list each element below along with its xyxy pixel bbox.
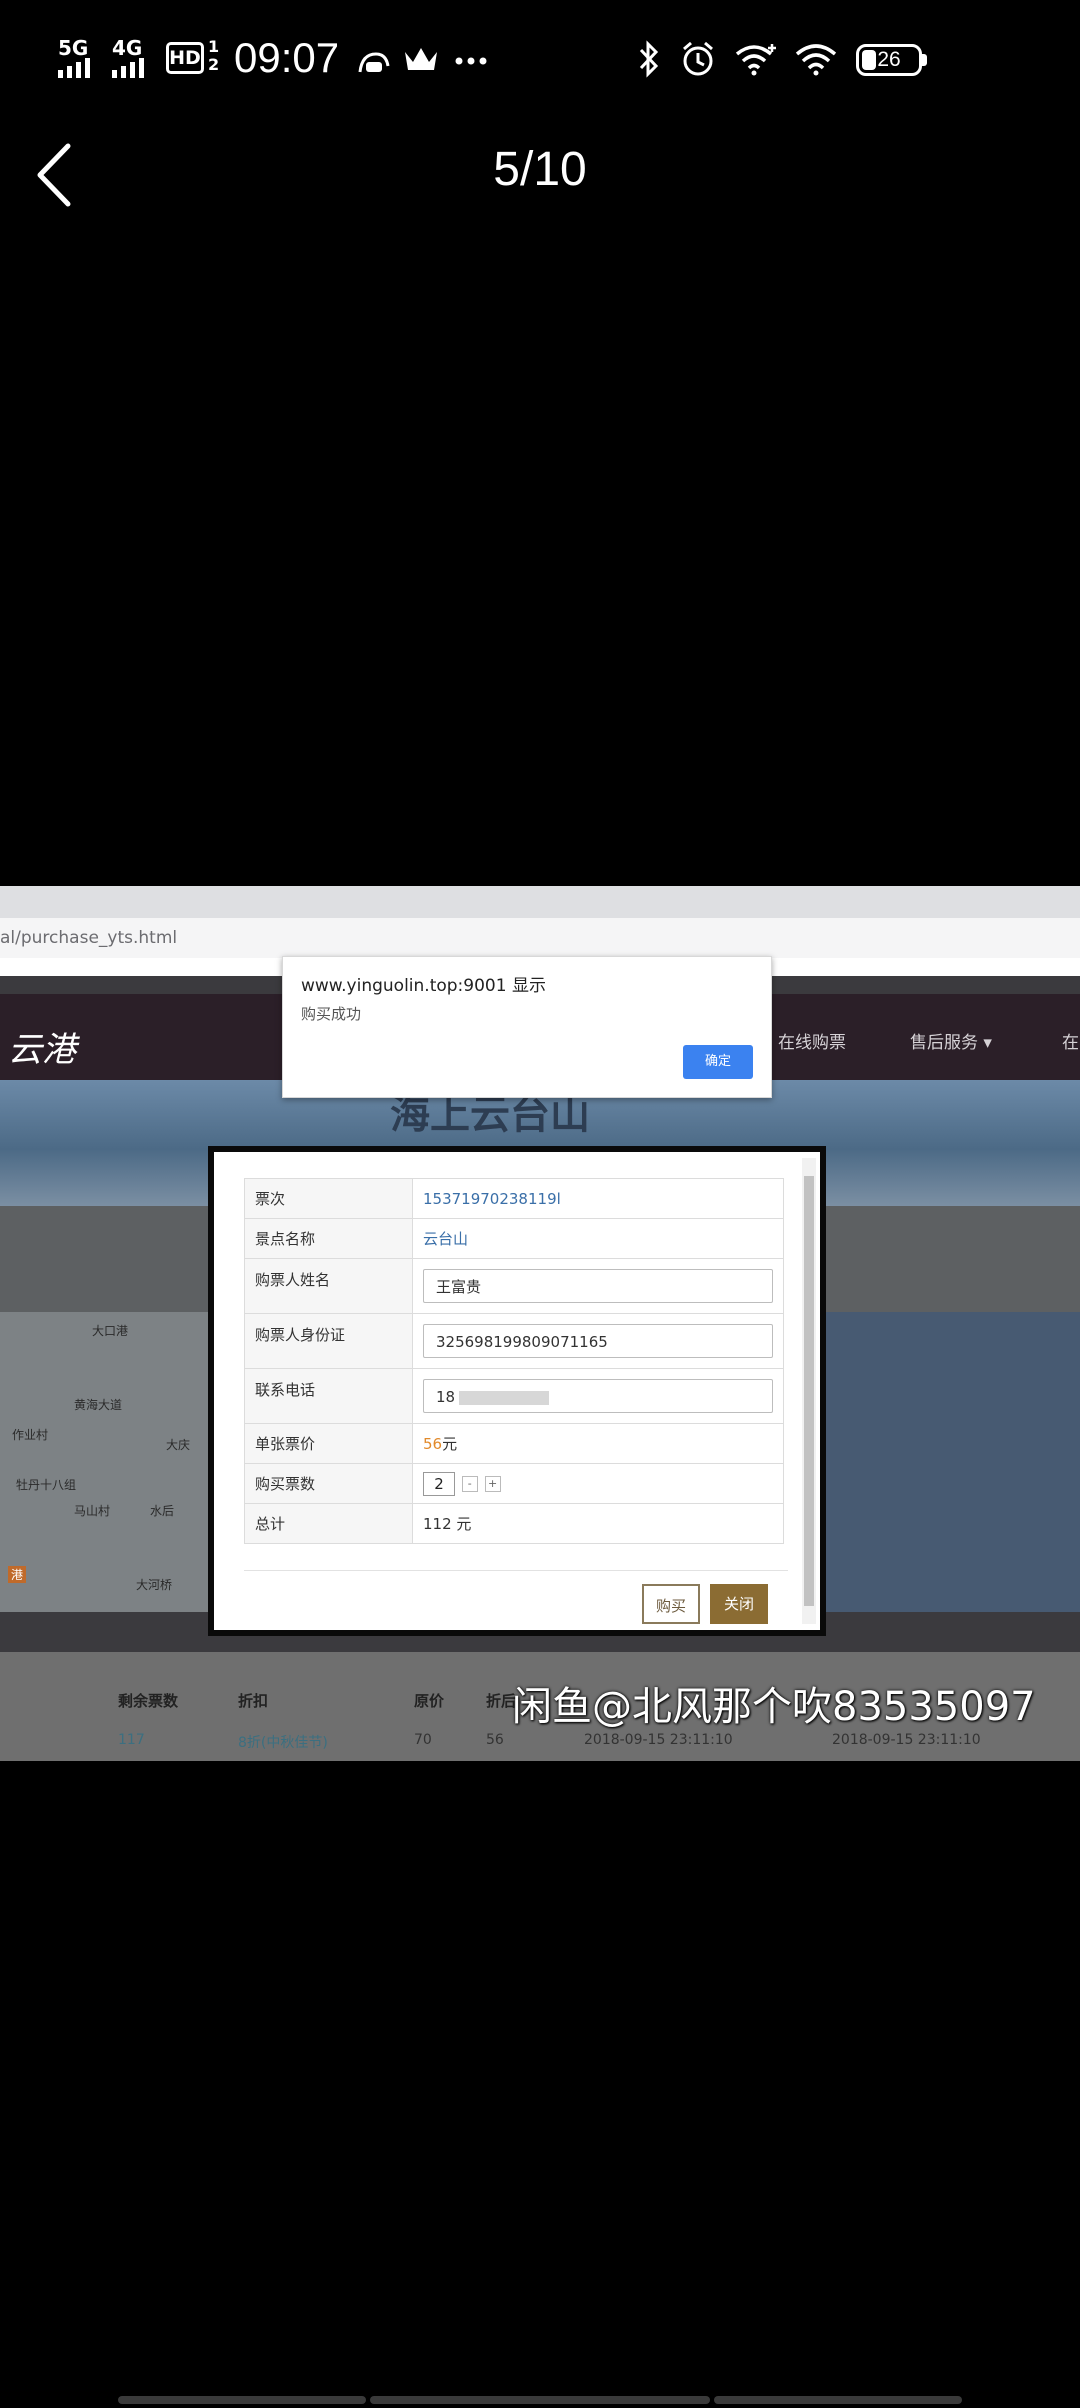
- map-label: 港: [8, 1566, 27, 1583]
- redacted-blur: [459, 1390, 550, 1405]
- map-label: 水后: [150, 1504, 175, 1518]
- battery-level: 26: [877, 48, 901, 71]
- map-label: 大河桥: [136, 1578, 173, 1592]
- alarm-icon: [683, 41, 713, 76]
- form-row: 购买票数 2 - +: [244, 1463, 784, 1504]
- ticket-number-value: 15371970238119l: [412, 1178, 784, 1219]
- map-label: 马山村: [74, 1504, 111, 1518]
- nav-after-sale: 售后服务 ▾: [910, 1033, 992, 1053]
- status-bar: 5G 4G HD 12 09:07 26: [0, 0, 1080, 120]
- phone-value: 18: [436, 1388, 456, 1406]
- browser-alert: www.yinguolin.top:9001 显示 购买成功 确定: [282, 956, 772, 1098]
- clock: 09:07: [234, 34, 340, 81]
- attraction-value: 云台山: [412, 1218, 784, 1259]
- hd-voice-icon: HD: [166, 42, 204, 74]
- phone-label: 联系电话: [244, 1368, 413, 1424]
- total-value: 112 元: [412, 1503, 784, 1544]
- battery-icon: 26: [856, 44, 922, 76]
- dialog-divider: [244, 1570, 788, 1571]
- unit-price-unit: 元: [442, 1435, 458, 1453]
- gesture-bar: [714, 2396, 962, 2404]
- buyer-id-input[interactable]: 325698199809071165: [423, 1324, 773, 1358]
- buyer-id-label: 购票人身份证: [244, 1313, 413, 1369]
- watermark: 闲鱼@北风那个吹83535097: [512, 1684, 1036, 1730]
- dialog-scroll-thumb[interactable]: [804, 1176, 814, 1606]
- network-4g-label: 4G: [112, 36, 143, 60]
- screenshot-image: al/purchase_yts.html 云港 在线购票 售后服务 ▾ 在 海上…: [0, 886, 1080, 1761]
- gesture-bar: [370, 2396, 710, 2404]
- browser-tabstrip: [0, 886, 1080, 918]
- table-header: 剩余票数: [118, 1692, 179, 1710]
- alert-ok-button[interactable]: 确定: [683, 1045, 753, 1079]
- form-row: 总计 112 元: [244, 1503, 784, 1544]
- purchase-dialog: 票次 15371970238119l 景点名称 云台山 购票人姓名 王富贵 购票…: [208, 1146, 826, 1636]
- table-header: 原价: [414, 1692, 445, 1710]
- site-logo: 云港: [8, 1030, 76, 1070]
- nav-more: 在: [1062, 1033, 1079, 1053]
- image-counter: 5/10: [493, 143, 587, 196]
- wifi-plus-icon: [735, 44, 776, 76]
- alert-message: 购买成功: [301, 1005, 362, 1023]
- buyer-name-label: 购票人姓名: [244, 1258, 413, 1314]
- form-row: 票次 15371970238119l: [244, 1178, 784, 1219]
- quantity-plus-button[interactable]: +: [484, 1475, 501, 1492]
- ticket-count-label: 购买票数: [244, 1463, 413, 1504]
- table-cell: 70: [414, 1732, 432, 1748]
- phone-input[interactable]: 18: [423, 1379, 773, 1413]
- wifi-icon: [795, 44, 837, 76]
- form-row: 联系电话 18: [244, 1368, 784, 1424]
- form-row: 单张票价 56元: [244, 1423, 784, 1464]
- purchase-dialog-body: 票次 15371970238119l 景点名称 云台山 购票人姓名 王富贵 购票…: [214, 1152, 820, 1630]
- gesture-bar: [118, 2396, 366, 2404]
- map-label: 大庆: [166, 1438, 191, 1452]
- form-row: 景点名称 云台山: [244, 1218, 784, 1259]
- address-bar: al/purchase_yts.html: [0, 918, 1080, 958]
- map-label: 牡丹十八组: [16, 1478, 77, 1492]
- ticket-number-label: 票次: [244, 1178, 413, 1219]
- table-cell: 8折(中秋佳节): [238, 1735, 328, 1751]
- quantity-input[interactable]: 2: [423, 1471, 455, 1496]
- map-label: 大口港: [92, 1324, 129, 1338]
- attraction-label: 景点名称: [244, 1218, 413, 1259]
- more-dots-icon: [455, 57, 487, 65]
- nav-online-purchase: 在线购票: [778, 1033, 846, 1053]
- bluetooth-icon: [639, 40, 659, 78]
- buy-button[interactable]: 购买: [642, 1584, 700, 1624]
- unit-price-label: 单张票价: [244, 1423, 413, 1464]
- form-row: 购票人姓名 王富贵: [244, 1258, 784, 1314]
- map-sea: [820, 1312, 1080, 1612]
- hd-sim-label: 12: [208, 37, 220, 74]
- table-cell: 2018-09-15 23:11:10: [584, 1732, 733, 1748]
- map-label: 作业村: [12, 1428, 49, 1442]
- quantity-minus-button[interactable]: -: [461, 1475, 478, 1492]
- table-cell: 117: [118, 1732, 145, 1748]
- unit-price-value: 56: [423, 1435, 443, 1453]
- android-cloud-icon: [358, 52, 390, 73]
- total-label: 总计: [244, 1503, 413, 1544]
- crown-icon: [405, 48, 437, 70]
- table-header: 折扣: [238, 1692, 269, 1710]
- buyer-name-input[interactable]: 王富贵: [423, 1269, 773, 1303]
- table-cell: 2018-09-15 23:11:10: [832, 1732, 981, 1748]
- table-cell: 56: [486, 1732, 504, 1748]
- alert-title: www.yinguolin.top:9001 显示: [301, 976, 546, 996]
- map-label: 黄海大道: [74, 1398, 123, 1412]
- purchase-form: 票次 15371970238119l 景点名称 云台山 购票人姓名 王富贵 购票…: [244, 1178, 784, 1544]
- network-5g-label: 5G: [58, 36, 89, 60]
- form-row: 购票人身份证 325698199809071165: [244, 1313, 784, 1369]
- signal-icon: [58, 58, 90, 78]
- battery-tip: [922, 54, 927, 66]
- signal-icon-2: [112, 58, 144, 78]
- close-button[interactable]: 关闭: [710, 1584, 768, 1624]
